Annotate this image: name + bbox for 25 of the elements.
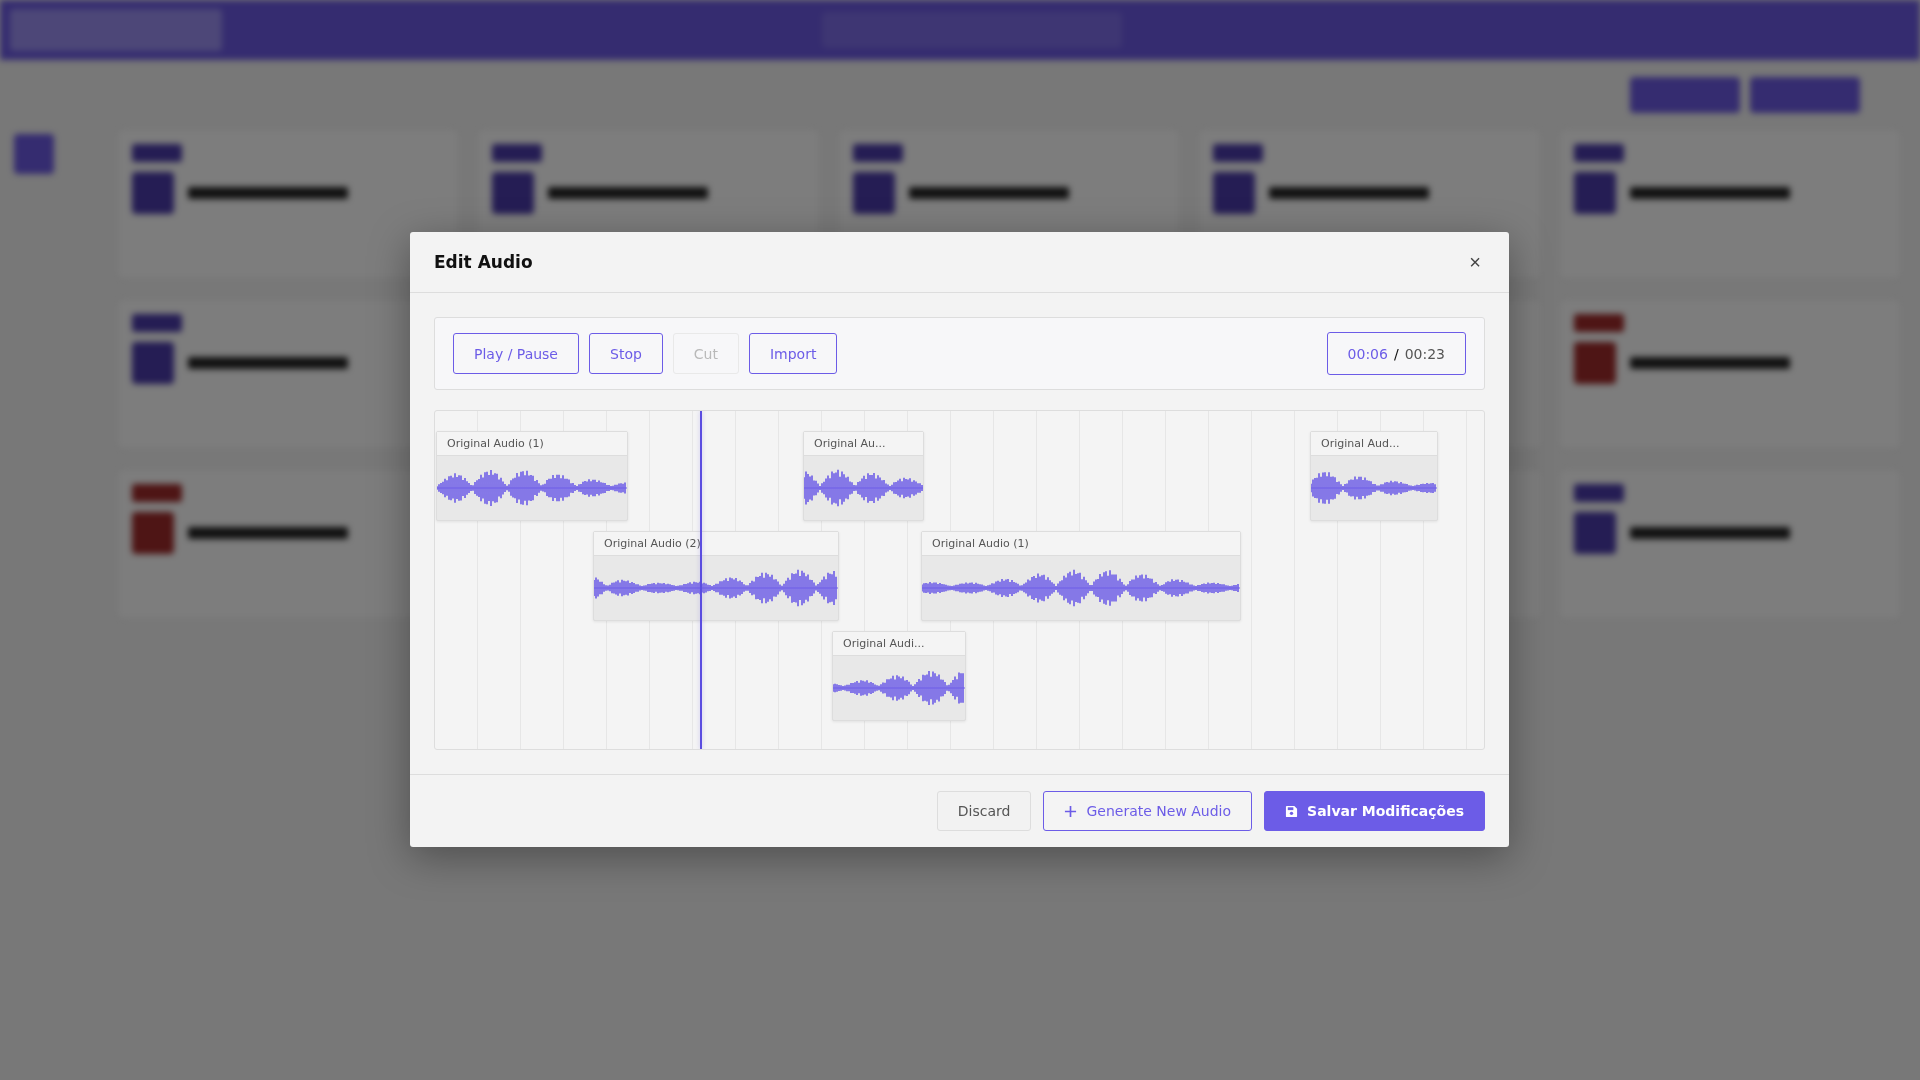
clip-label: Original Audi... [843, 637, 925, 650]
close-button[interactable]: × [1465, 250, 1485, 274]
audio-clip[interactable]: Original Audi... [832, 631, 966, 721]
save-icon [1285, 804, 1299, 818]
toolbar-button[interactable]: Stop [589, 333, 663, 374]
audio-clip[interactable]: Original Audio (1) [436, 431, 628, 521]
audio-clip[interactable]: Original Au... [803, 431, 924, 521]
clip-label: Original Audio (2) [604, 537, 701, 550]
clip-label: Original Aud... [1321, 437, 1400, 450]
plus-icon [1064, 804, 1078, 818]
audio-clip[interactable]: Original Audio (1) [921, 531, 1241, 621]
footer-button[interactable]: Discard [936, 791, 1032, 831]
clip-label: Original Au... [814, 437, 886, 450]
footer-button[interactable]: Salvar Modificações [1264, 791, 1485, 831]
time-separator: / [1393, 345, 1399, 362]
clip-label: Original Audio (1) [447, 437, 544, 450]
dialog-title: Edit Audio [434, 252, 533, 272]
audio-clip[interactable]: Original Aud... [1310, 431, 1438, 521]
current-time: 00:06 [1347, 345, 1388, 362]
total-time: 00:23 [1404, 345, 1445, 362]
toolbar-button[interactable]: Import [748, 333, 838, 374]
clip-label: Original Audio (1) [932, 537, 1029, 550]
audio-clip[interactable]: Original Audio (2) [593, 531, 839, 621]
footer-button[interactable]: Generate New Audio [1043, 791, 1253, 831]
toolbar-button[interactable]: Play / Pause [453, 333, 579, 374]
